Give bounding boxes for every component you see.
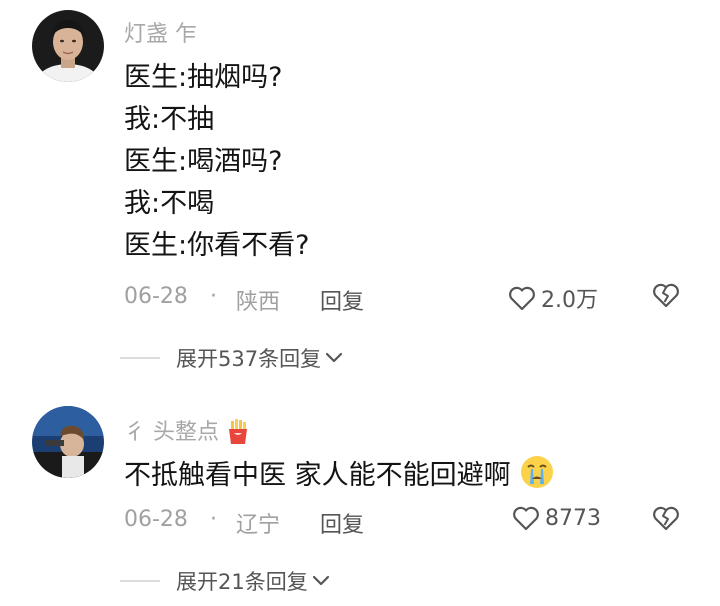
comment-location: 辽宁: [236, 513, 281, 538]
comment-line: 医生:喝酒吗?: [124, 146, 283, 177]
comment-line: 我:不抽: [124, 104, 215, 135]
comment-line: 我:不喝: [124, 188, 215, 219]
like-button[interactable]: 2.0万: [508, 282, 598, 314]
like-count: 8773: [545, 505, 601, 531]
comment-meta: 06-28 · 陕西 回复 2.0万: [124, 282, 720, 316]
expand-replies[interactable]: 展开537条回复: [120, 343, 343, 373]
meta-separator: ·: [210, 284, 217, 309]
broken-heart-icon: [653, 283, 679, 308]
heart-outline-icon: [509, 286, 535, 311]
comment-date: 06-28: [124, 507, 188, 532]
heart-outline-icon: [513, 506, 539, 531]
reply-button[interactable]: 回复: [320, 284, 364, 316]
chevron-down-icon: [325, 351, 343, 365]
expand-replies-label: 展开537条回复: [176, 347, 322, 371]
comment-location: 陕西: [236, 290, 281, 315]
dislike-button[interactable]: [652, 505, 680, 537]
comment-text: 不抵触看中医 家人能不能回避啊: [124, 460, 511, 491]
comment-body: 医生:抽烟吗? 我:不抽 医生:喝酒吗? 我:不喝 医生:你看不看?: [124, 57, 309, 267]
username[interactable]: 彳 头整点: [124, 414, 250, 451]
comment-item: 彳 头整点 不抵触看中医 家人能不能回避啊 06-28 · 辽宁 回复 8773…: [0, 400, 720, 606]
username[interactable]: 灯盏 乍: [124, 16, 197, 48]
dislike-button[interactable]: [652, 282, 680, 314]
comment-body: 不抵触看中医 家人能不能回避啊: [124, 454, 555, 503]
expand-replies-label: 展开21条回复: [176, 570, 308, 594]
like-count: 2.0万: [541, 288, 598, 313]
avatar[interactable]: [32, 10, 104, 82]
divider-line: [120, 580, 160, 582]
comment-item: 灯盏 乍 医生:抽烟吗? 我:不抽 医生:喝酒吗? 我:不喝 医生:你看不看? …: [0, 0, 720, 380]
meta-separator: ·: [210, 507, 217, 532]
like-button[interactable]: 8773: [512, 505, 601, 531]
comment-line: 医生:抽烟吗?: [124, 62, 283, 93]
reply-button[interactable]: 回复: [320, 507, 364, 539]
fries-emoji: [226, 419, 250, 451]
comment-meta: 06-28 · 辽宁 回复 8773: [124, 505, 720, 539]
comment-line: 不抵触看中医 家人能不能回避啊: [124, 454, 555, 503]
username-text: 彳 头整点: [124, 420, 219, 445]
comment-line: 医生:你看不看?: [124, 230, 310, 261]
divider-line: [120, 357, 160, 359]
comment-date: 06-28: [124, 284, 188, 309]
crying-face-emoji: [519, 454, 555, 503]
avatar[interactable]: [32, 406, 104, 478]
broken-heart-icon: [653, 506, 679, 531]
expand-replies[interactable]: 展开21条回复: [120, 566, 330, 596]
chevron-down-icon: [312, 574, 330, 588]
